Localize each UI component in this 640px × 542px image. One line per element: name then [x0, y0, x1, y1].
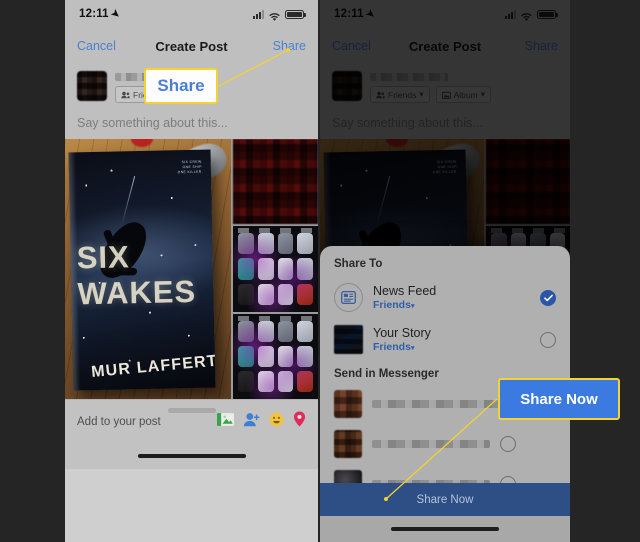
- contact-name-redacted: [372, 440, 490, 448]
- share-option-your-story[interactable]: Your Story Friends▾: [320, 320, 570, 362]
- leader-dot-share: [286, 48, 290, 52]
- audience-chip-label: Friends: [388, 89, 417, 100]
- post-text-placeholder[interactable]: Say something about this...: [65, 107, 318, 139]
- page-title: Create Post: [408, 38, 482, 54]
- user-name-redacted: [370, 73, 448, 81]
- album-icon: [441, 91, 451, 99]
- book-title: SIX WAKES: [76, 239, 197, 312]
- location-pin-icon[interactable]: [293, 411, 306, 432]
- photo-icon[interactable]: [217, 412, 234, 432]
- annotation-callout-share: Share: [144, 68, 218, 104]
- friends-icon: [376, 91, 385, 98]
- avatar: [77, 71, 107, 101]
- share-option-radio[interactable]: [540, 331, 556, 348]
- photo-thumbnail-2[interactable]: [233, 226, 318, 312]
- share-to-title: Share To: [334, 258, 383, 270]
- nav-bar-left: Cancel Create Post Share: [65, 28, 318, 64]
- nav-bar-right: Cancel Create Post Share: [320, 28, 570, 64]
- contact-radio[interactable]: [500, 436, 516, 452]
- status-time: 12:11➤: [79, 7, 122, 22]
- audience-selector-chip[interactable]: Friends ▾: [370, 86, 430, 103]
- post-text-placeholder[interactable]: Say something about this...: [320, 107, 570, 139]
- photo-thumbnail-1[interactable]: [233, 139, 318, 225]
- share-option-audience[interactable]: Friends▾: [373, 341, 530, 353]
- home-screen-wallpaper: [233, 226, 318, 312]
- composer-header: Friends ▾ Album ▾: [320, 64, 570, 107]
- home-indicator: [391, 527, 499, 531]
- status-bar-right: 12:11➤: [320, 0, 570, 28]
- tag-people-icon[interactable]: [243, 412, 260, 432]
- add-to-post-label: Add to your post: [77, 415, 161, 428]
- feeling-icon[interactable]: [269, 412, 284, 432]
- share-option-audience[interactable]: Friends▾: [373, 299, 530, 311]
- chevron-down-icon: ▾: [410, 345, 415, 353]
- home-screen-wallpaper: [233, 313, 318, 399]
- news-feed-icon: [334, 283, 363, 312]
- home-indicator-area-sheet: [320, 516, 570, 542]
- contact-avatar: [334, 390, 362, 418]
- leader-dot-sharenow: [384, 497, 388, 501]
- wifi-icon: [268, 9, 281, 21]
- avatar: [332, 71, 362, 101]
- share-option-label: Your Story: [373, 325, 431, 340]
- location-arrow-icon: ➤: [363, 7, 377, 22]
- book-cover: SIX CREW. ONE SHIP. ONE KILLER. SIX WAKE…: [68, 149, 216, 391]
- share-option-label: News Feed: [373, 283, 437, 298]
- status-indicators: [505, 9, 558, 21]
- book-tagline: SIX CREW. ONE SHIP. ONE KILLER.: [177, 159, 204, 175]
- chevron-down-icon: ▾: [410, 303, 415, 311]
- phone-screen-right: 12:11➤ Cancel Create Post Share Friends …: [320, 0, 570, 542]
- chevron-down-icon: ▾: [480, 89, 485, 99]
- chevron-down-icon: ▾: [419, 89, 424, 99]
- status-time: 12:11➤: [334, 7, 377, 22]
- album-chip-label: Album: [453, 89, 478, 100]
- photo-main-book[interactable]: SIX CREW. ONE SHIP. ONE KILLER. SIX WAKE…: [65, 139, 231, 399]
- share-option-radio-selected[interactable]: [540, 289, 556, 306]
- status-indicators: [253, 9, 306, 21]
- contact-avatar: [334, 430, 362, 458]
- photo-thumbnail-column: [233, 139, 318, 399]
- photo-thumbnail-3[interactable]: [233, 313, 318, 399]
- cellular-signal-icon: [505, 9, 516, 19]
- annotation-callout-share-now: Share Now: [498, 378, 620, 420]
- battery-full-icon: [285, 9, 306, 19]
- your-story-thumbnail: [334, 325, 363, 354]
- cellular-signal-icon: [253, 9, 264, 19]
- status-bar-left: 12:11➤: [65, 0, 318, 28]
- photo-grid: SIX CREW. ONE SHIP. ONE KILLER. SIX WAKE…: [65, 139, 318, 399]
- screenshot-canvas: 12:11➤ Cancel Create Post Share Say some…: [0, 0, 640, 542]
- friends-icon: [121, 91, 130, 98]
- home-indicator: [137, 454, 246, 458]
- album-selector-chip[interactable]: Album ▾: [435, 86, 491, 103]
- drag-handle[interactable]: [167, 408, 216, 413]
- wifi-icon: [520, 9, 533, 21]
- share-option-news-feed[interactable]: News Feed Friends▾: [320, 278, 570, 320]
- battery-full-icon: [537, 9, 558, 19]
- messenger-contact-row[interactable]: [320, 424, 570, 464]
- book-tagline: SIX CREW. ONE SHIP. ONE KILLER.: [432, 159, 459, 175]
- photo-thumbnail-1[interactable]: [486, 139, 570, 225]
- add-to-post-bar: Add to your post: [65, 399, 318, 443]
- contact-name-redacted: [372, 400, 510, 408]
- home-indicator-area-left: [65, 443, 318, 469]
- share-now-button[interactable]: Share Now: [320, 483, 570, 516]
- location-arrow-icon: ➤: [108, 7, 122, 22]
- page-title: Create Post: [155, 38, 228, 54]
- share-now-label: Share Now: [416, 493, 474, 506]
